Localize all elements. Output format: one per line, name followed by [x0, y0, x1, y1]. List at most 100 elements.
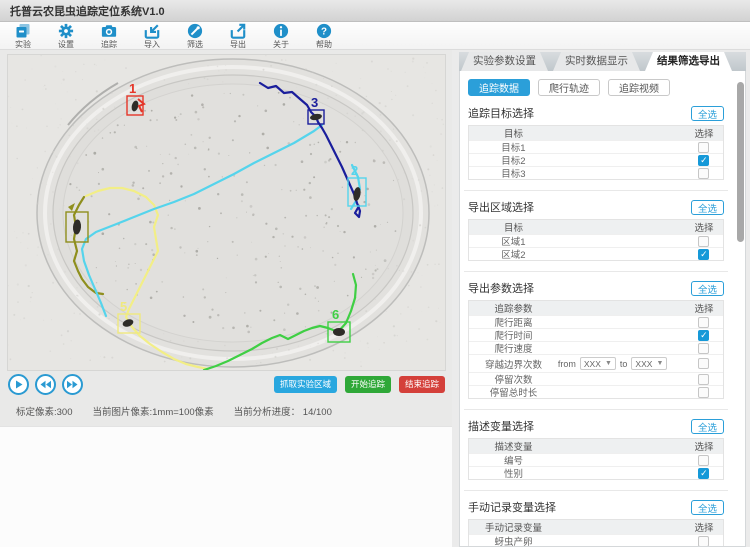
unchecked-checkbox[interactable] — [698, 142, 709, 153]
play-icon — [13, 379, 24, 390]
toolbar-button-experiment[interactable]: 实验 — [8, 23, 38, 49]
start-tracking-button[interactable]: 开始追踪 — [345, 376, 391, 393]
row-select-cell — [685, 343, 723, 354]
row-select-cell — [685, 387, 723, 398]
export-type-button-3[interactable]: 追踪视频 — [608, 79, 670, 96]
select-all-button[interactable]: 全选 — [691, 419, 724, 434]
column-header-select: 选择 — [685, 126, 723, 140]
toolbar-button-import[interactable]: 导入 — [137, 23, 167, 49]
toolbar-button-label: 导入 — [144, 40, 160, 49]
row-label: 目标2 — [469, 153, 558, 167]
panel-tabbar: 实验参数设置实时数据显示结果筛选导出 — [459, 52, 746, 71]
checked-checkbox[interactable]: ✓ — [698, 330, 709, 341]
export-type-button-2[interactable]: 爬行轨迹 — [538, 79, 600, 96]
row-label: 蚜虫产卵 — [469, 534, 558, 547]
unchecked-checkbox[interactable] — [698, 455, 709, 466]
tab-2[interactable]: 实时数据显示 — [553, 52, 640, 71]
toolbar-button-export[interactable]: 导出 — [223, 23, 253, 49]
row-label: 目标1 — [469, 140, 558, 154]
row-select-cell — [685, 236, 723, 247]
checked-checkbox[interactable]: ✓ — [698, 468, 709, 479]
section-title: 手动记录变量选择 — [468, 499, 556, 515]
table-row: 性别✓ — [469, 466, 723, 479]
row-select-cell — [685, 168, 723, 179]
section-header-row: 描述变量选择 全选 — [468, 418, 724, 434]
section-header-row: 导出参数选择 全选 — [468, 280, 724, 296]
tab-3[interactable]: 结果筛选导出 — [645, 52, 732, 71]
selection-table: 描述变量选择编号性别✓ — [468, 438, 724, 480]
panel-body: 追踪数据爬行轨迹追踪视频 追踪目标选择全选目标选择目标1目标2✓目标3导出区域选… — [459, 71, 746, 547]
play-button[interactable] — [8, 374, 29, 395]
select-all-button[interactable]: 全选 — [691, 200, 724, 215]
unchecked-checkbox[interactable] — [698, 236, 709, 247]
table-row: 目标3 — [469, 166, 723, 179]
row-label: 区域2 — [469, 247, 558, 261]
toolbar-button-label: 实验 — [15, 40, 31, 49]
checked-checkbox[interactable]: ✓ — [698, 155, 709, 166]
select-all-button[interactable]: 全选 — [691, 500, 724, 515]
unchecked-checkbox[interactable] — [698, 536, 709, 547]
table-row: 目标1 — [469, 140, 723, 153]
unchecked-checkbox[interactable] — [698, 374, 709, 385]
svg-text:?: ? — [321, 26, 327, 37]
rewind-button[interactable] — [35, 374, 56, 395]
checked-checkbox[interactable]: ✓ — [698, 249, 709, 260]
range-from-select[interactable]: XXX▼ — [580, 357, 616, 370]
toolbar-button-filter[interactable]: 筛选 — [180, 23, 210, 49]
section-title: 导出参数选择 — [468, 280, 534, 296]
row-middle: fromXXX▼toXXX▼ — [558, 357, 685, 370]
play-button-group — [8, 374, 83, 395]
toolbar-button-settings[interactable]: 设置 — [51, 23, 81, 49]
unchecked-checkbox[interactable] — [698, 387, 709, 398]
main-area: 13256 抓取实验区域 开始追踪 结束追踪 标定像素:300 当前图片像素:1… — [0, 50, 750, 547]
row-select-cell — [685, 455, 723, 466]
export-type-button-1[interactable]: 追踪数据 — [468, 79, 530, 96]
app-title: 托普云农昆虫追踪定位系统V1.0 — [10, 3, 165, 19]
panel-scrollbar-thumb[interactable] — [737, 82, 744, 242]
status-bar: 标定像素:300 当前图片像素:1mm=100像素 当前分析进度： 14/100 — [16, 404, 452, 418]
row-label: 穿越边界次数 — [469, 357, 558, 371]
range-to-select[interactable]: XXX▼ — [631, 357, 667, 370]
selection-table: 追踪参数选择爬行距离爬行时间✓爬行速度穿越边界次数fromXXX▼toXXX▼停… — [468, 300, 724, 399]
table-row: 编号 — [469, 453, 723, 466]
status-calibration: 标定像素:300 — [16, 404, 73, 418]
toolbar-button-camera[interactable]: 追踪 — [94, 23, 124, 49]
table-header-row: 手动记录变量选择 — [469, 520, 723, 534]
import-icon — [144, 23, 160, 39]
fast-forward-button[interactable] — [62, 374, 83, 395]
selection-table: 手动记录变量选择蚜虫产卵XXX✓ — [468, 519, 724, 547]
column-header-select: 选择 — [685, 220, 723, 234]
row-select-cell — [685, 317, 723, 328]
toolbar-button-label: 设置 — [58, 40, 74, 49]
toolbar-button-help[interactable]: ?帮助 — [309, 23, 339, 49]
fast-forward-icon — [66, 379, 79, 390]
row-label: 爬行速度 — [469, 341, 558, 355]
row-select-cell — [685, 536, 723, 547]
marker-label-3: 3 — [311, 95, 318, 110]
section-divider — [464, 190, 728, 191]
table-header-row: 目标 选择 — [469, 220, 723, 234]
toolbar-button-about[interactable]: 关于 — [266, 23, 296, 49]
marker-label-2: 2 — [351, 163, 358, 178]
section-title: 描述变量选择 — [468, 418, 534, 434]
tab-1[interactable]: 实验参数设置 — [461, 52, 548, 71]
table-row: 停留次数 — [469, 372, 723, 385]
unchecked-checkbox[interactable] — [698, 317, 709, 328]
range-to-label: to — [620, 359, 628, 369]
table-row: 爬行距离 — [469, 315, 723, 328]
unchecked-checkbox[interactable] — [698, 168, 709, 179]
toolbar-button-label: 筛选 — [187, 40, 203, 49]
row-label: 爬行距离 — [469, 315, 558, 329]
row-select-cell: ✓ — [685, 468, 723, 479]
stop-tracking-button[interactable]: 结束追踪 — [399, 376, 445, 393]
unchecked-checkbox[interactable] — [698, 358, 709, 369]
unchecked-checkbox[interactable] — [698, 343, 709, 354]
select-all-button[interactable]: 全选 — [691, 106, 724, 121]
table-row: 目标2 ✓ — [469, 153, 723, 166]
selection-section: 手动记录变量选择 全选手动记录变量选择蚜虫产卵XXX✓ — [468, 499, 724, 547]
select-all-button[interactable]: 全选 — [691, 281, 724, 296]
column-header: 目标 — [469, 220, 558, 234]
toolbar-button-label: 关于 — [273, 40, 289, 49]
grab-area-button[interactable]: 抓取实验区域 — [274, 376, 337, 393]
rewind-icon — [39, 379, 52, 390]
